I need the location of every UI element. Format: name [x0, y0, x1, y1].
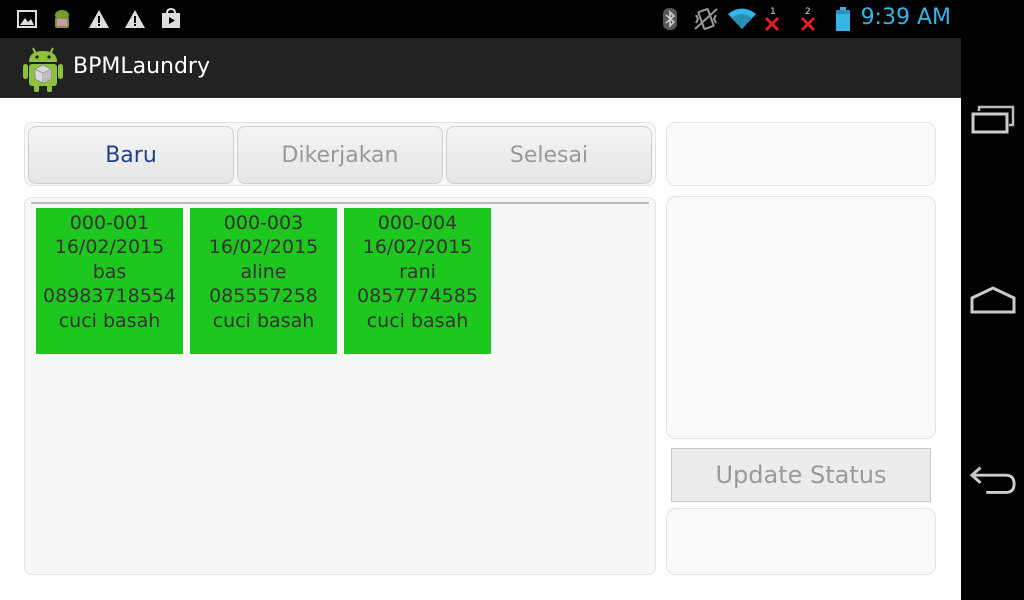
sim1-no-signal-icon: 1	[762, 6, 782, 32]
order-customer-name: aline	[240, 260, 287, 283]
divider	[31, 202, 649, 204]
order-phone: 08983718554	[43, 285, 176, 308]
status-bar: 1 2 9:39 AM	[0, 0, 961, 38]
order-phone: 085557258	[209, 285, 318, 308]
action-bar: BPMLaundry	[0, 38, 961, 100]
order-date: 16/02/2015	[208, 236, 319, 259]
app-title: BPMLaundry	[73, 54, 210, 79]
vibrate-icon	[693, 6, 719, 32]
order-customer-name: bas	[92, 260, 127, 283]
warning-icon	[123, 6, 147, 32]
order-card[interactable]: 000-003 16/02/2015 aline 085557258 cuci …	[190, 208, 337, 354]
warning-icon	[87, 6, 111, 32]
update-status-button[interactable]: Update Status	[671, 448, 931, 502]
gallery-icon	[16, 6, 38, 32]
order-service: cuci basah	[58, 309, 161, 332]
orders-panel: Baru Dikerjakan Selesai 000-001 16/02/20…	[24, 122, 656, 575]
order-service: cuci basah	[212, 309, 315, 332]
home-icon[interactable]	[969, 276, 1017, 324]
clock: 9:39 AM	[860, 5, 951, 30]
recent-apps-icon[interactable]	[969, 96, 1017, 144]
order-customer-name: rani	[399, 260, 436, 283]
wifi-icon	[726, 6, 758, 32]
detail-header-box	[666, 122, 936, 186]
order-card[interactable]: 000-001 16/02/2015 bas 08983718554 cuci …	[36, 208, 183, 354]
order-date: 16/02/2015	[362, 236, 473, 259]
order-service: cuci basah	[366, 309, 469, 332]
tab-dikerjakan[interactable]: Dikerjakan	[237, 126, 443, 184]
android-box-logo-icon[interactable]	[21, 45, 65, 93]
navigation-bar	[961, 0, 1024, 600]
play-store-icon	[159, 6, 183, 32]
status-box	[666, 508, 936, 575]
status-tab-bar: Baru Dikerjakan Selesai	[24, 122, 656, 186]
order-code: 000-001	[69, 212, 150, 234]
order-card[interactable]: 000-004 16/02/2015 rani 0857774585 cuci …	[344, 208, 491, 354]
order-grid: 000-001 16/02/2015 bas 08983718554 cuci …	[24, 197, 656, 575]
tab-selesai[interactable]: Selesai	[446, 126, 652, 184]
sim2-no-signal-icon: 2	[798, 6, 818, 32]
detail-box	[666, 196, 936, 439]
sim2-label: 2	[805, 7, 811, 17]
android-debug-icon	[50, 6, 74, 32]
order-code: 000-003	[223, 212, 304, 234]
battery-icon	[834, 6, 852, 32]
sim1-label: 1	[770, 7, 776, 17]
back-icon[interactable]	[969, 456, 1017, 504]
tab-baru[interactable]: Baru	[28, 126, 234, 184]
order-phone: 0857774585	[357, 285, 478, 308]
order-code: 000-004	[377, 212, 458, 234]
order-date: 16/02/2015	[54, 236, 165, 259]
bluetooth-icon	[660, 6, 680, 32]
main-content: Baru Dikerjakan Selesai 000-001 16/02/20…	[0, 98, 961, 600]
